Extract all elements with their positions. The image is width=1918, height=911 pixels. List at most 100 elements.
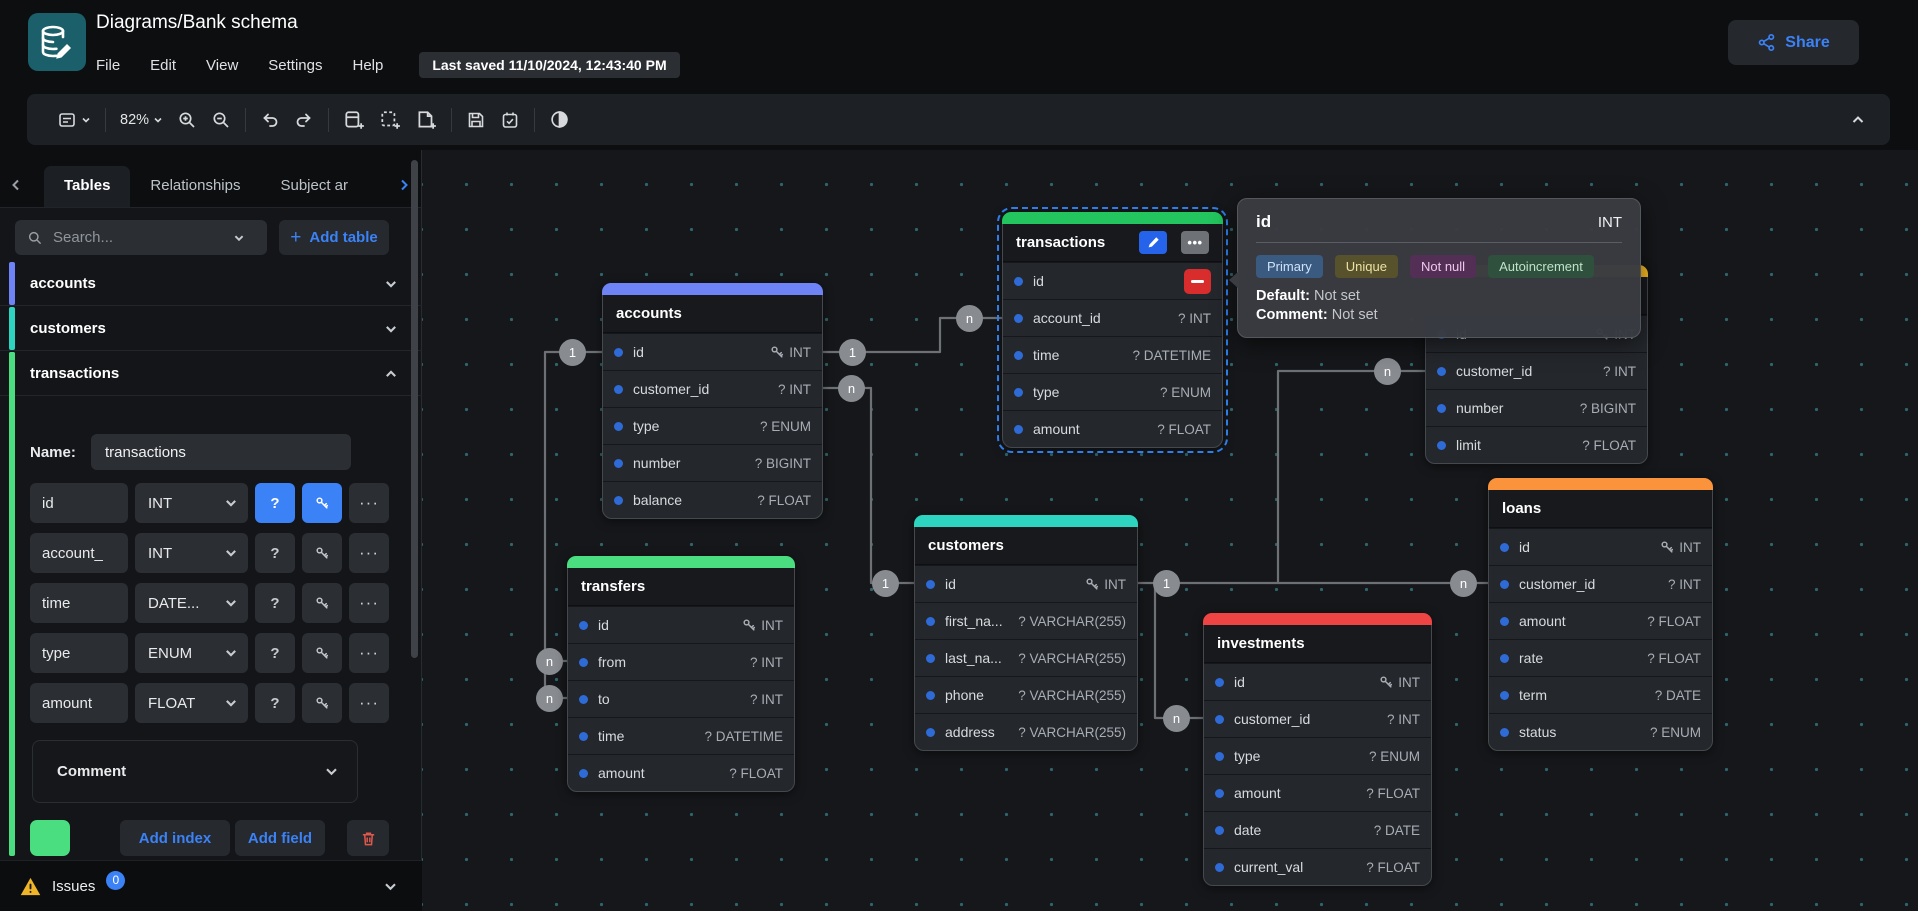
field-dot-icon[interactable] <box>579 658 588 667</box>
field-dot-icon[interactable] <box>614 348 623 357</box>
diagram-table-accounts[interactable]: accounts id INT customer_id? INT type? E… <box>602 283 823 519</box>
table-field-row[interactable]: from? INT <box>568 643 794 680</box>
tab-scroll-left-button[interactable] <box>0 178 32 207</box>
diagram-canvas[interactable]: accounts id INT customer_id? INT type? E… <box>422 150 1918 911</box>
app-logo-database-pencil-icon[interactable] <box>28 13 86 71</box>
field-key-button[interactable] <box>302 533 342 573</box>
table-field-row[interactable]: amount? FLOAT <box>1003 410 1222 447</box>
save-button[interactable] <box>466 110 486 130</box>
field-nullable-button[interactable]: ? <box>255 583 295 623</box>
field-more-button[interactable]: ··· <box>349 583 389 623</box>
diagram-table-investments[interactable]: investments id INT customer_id? INT type… <box>1203 613 1432 886</box>
field-dot-icon[interactable] <box>614 496 623 505</box>
field-dot-icon[interactable] <box>1014 351 1023 360</box>
field-dot-icon[interactable] <box>614 459 623 468</box>
field-dot-icon[interactable] <box>1215 715 1224 724</box>
comment-collapsible[interactable]: Comment <box>32 740 358 803</box>
add-note-button[interactable] <box>415 109 437 131</box>
field-dot-icon[interactable] <box>926 691 935 700</box>
accordion-toggle[interactable] <box>384 367 398 381</box>
table-field-row[interactable]: to? INT <box>568 680 794 717</box>
table-field-row[interactable]: customer_id? INT <box>603 370 822 407</box>
add-field-button[interactable]: Add field <box>235 820 325 856</box>
tab-tables[interactable]: Tables <box>44 166 130 207</box>
field-more-button[interactable]: ··· <box>349 683 389 723</box>
field-dot-icon[interactable] <box>1500 617 1509 626</box>
field-dot-icon[interactable] <box>1437 367 1446 376</box>
edit-table-button[interactable] <box>1139 231 1167 254</box>
field-dot-icon[interactable] <box>926 728 935 737</box>
menu-help[interactable]: Help <box>352 57 383 74</box>
menu-file[interactable]: File <box>96 57 120 74</box>
sidebar-table-item-transactions[interactable]: transactions <box>0 352 422 396</box>
share-button[interactable]: Share <box>1728 20 1859 65</box>
tab-subject-areas[interactable]: Subject ar <box>260 166 368 207</box>
table-field-row[interactable]: time? DATETIME <box>1003 336 1222 373</box>
table-field-row[interactable]: customer_id? INT <box>1426 352 1647 389</box>
table-field-row[interactable]: date? DATE <box>1204 811 1431 848</box>
field-key-button[interactable] <box>302 633 342 673</box>
search-input[interactable] <box>53 229 223 246</box>
table-field-row[interactable]: rate? FLOAT <box>1489 639 1712 676</box>
table-field-row[interactable]: account_id? INT <box>1003 299 1222 336</box>
table-field-row[interactable]: id INT <box>568 606 794 643</box>
field-dot-icon[interactable] <box>1215 826 1224 835</box>
toolbar-collapse-button[interactable] <box>1850 112 1866 128</box>
table-field-row[interactable]: term? DATE <box>1489 676 1712 713</box>
field-dot-icon[interactable] <box>926 580 935 589</box>
issues-collapse-button[interactable] <box>383 879 398 894</box>
table-field-row[interactable]: amount? FLOAT <box>568 754 794 791</box>
field-more-button[interactable]: ··· <box>349 533 389 573</box>
table-color-swatch[interactable] <box>30 820 70 856</box>
table-field-row[interactable]: status? ENUM <box>1489 713 1712 750</box>
field-name-input[interactable]: account_ <box>30 533 128 573</box>
table-header[interactable]: investments <box>1204 625 1431 663</box>
diagram-table-customers[interactable]: customers id INT first_na...? VARCHAR(25… <box>914 515 1138 751</box>
field-name-input[interactable]: type <box>30 633 128 673</box>
accordion-toggle[interactable] <box>384 322 398 336</box>
field-more-button[interactable]: ··· <box>349 483 389 523</box>
field-dot-icon[interactable] <box>579 769 588 778</box>
field-dot-icon[interactable] <box>1215 678 1224 687</box>
field-type-dropdown[interactable]: ENUM <box>135 633 248 673</box>
field-dot-icon[interactable] <box>1014 277 1023 286</box>
table-header[interactable]: transactions ••• <box>1003 224 1222 262</box>
table-field-row[interactable]: first_na...? VARCHAR(255) <box>915 602 1137 639</box>
field-dot-icon[interactable] <box>926 617 935 626</box>
table-field-row[interactable]: type? ENUM <box>1003 373 1222 410</box>
field-dot-icon[interactable] <box>1500 728 1509 737</box>
field-dot-icon[interactable] <box>1215 789 1224 798</box>
field-dot-icon[interactable] <box>1014 314 1023 323</box>
table-field-row[interactable]: customer_id? INT <box>1489 565 1712 602</box>
table-field-row[interactable]: number? BIGINT <box>603 444 822 481</box>
delete-table-button[interactable] <box>347 820 389 856</box>
field-nullable-button[interactable]: ? <box>255 533 295 573</box>
menu-settings[interactable]: Settings <box>268 57 322 74</box>
field-dot-icon[interactable] <box>1500 580 1509 589</box>
field-name-input[interactable]: id <box>30 483 128 523</box>
table-header[interactable]: loans <box>1489 490 1712 528</box>
field-dot-icon[interactable] <box>1437 441 1446 450</box>
undo-button[interactable] <box>260 110 280 130</box>
layout-toggle-button[interactable] <box>57 110 91 130</box>
table-header[interactable]: customers <box>915 527 1137 565</box>
diagram-table-transactions[interactable]: transactions ••• id account_id? INT time… <box>1002 212 1223 448</box>
field-nullable-button[interactable]: ? <box>255 483 295 523</box>
table-field-row[interactable]: balance? FLOAT <box>603 481 822 518</box>
field-dot-icon[interactable] <box>1500 654 1509 663</box>
table-field-row[interactable]: type? ENUM <box>603 407 822 444</box>
add-index-button[interactable]: Add index <box>120 820 230 856</box>
table-field-row[interactable]: id INT <box>1204 663 1431 700</box>
redo-button[interactable] <box>294 110 314 130</box>
diagram-table-loans[interactable]: loans id INT customer_id? INT amount? FL… <box>1488 478 1713 751</box>
tab-relationships[interactable]: Relationships <box>130 166 260 207</box>
zoom-in-button[interactable] <box>177 110 197 130</box>
sidebar-scrollbar[interactable] <box>411 160 418 658</box>
table-header[interactable]: accounts <box>603 295 822 333</box>
accordion-toggle[interactable] <box>384 277 398 291</box>
table-field-row[interactable]: phone? VARCHAR(255) <box>915 676 1137 713</box>
field-type-dropdown[interactable]: DATE... <box>135 583 248 623</box>
field-type-dropdown[interactable]: INT <box>135 483 248 523</box>
table-field-row[interactable]: id INT <box>1489 528 1712 565</box>
sidebar-table-item-customers[interactable]: customers <box>0 307 422 351</box>
